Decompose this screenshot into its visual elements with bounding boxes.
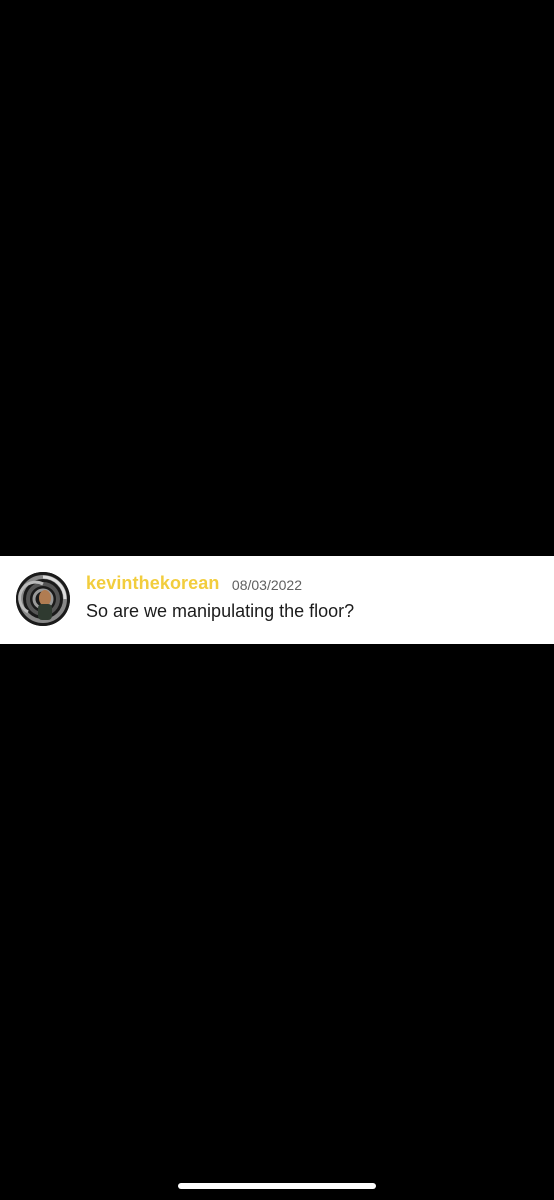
message-text: So are we manipulating the floor? <box>86 601 355 621</box>
avatar[interactable] <box>16 572 70 626</box>
avatar-spiral-icon <box>16 572 70 626</box>
username[interactable]: kevinthekorean <box>86 573 219 593</box>
message-card[interactable]: kevinthekorean 08/03/2022 So are we mani… <box>0 556 554 644</box>
message-header: kevinthekorean 08/03/2022 <box>86 573 302 594</box>
timestamp: 08/03/2022 <box>231 577 302 593</box>
home-indicator-bar[interactable] <box>178 1183 376 1189</box>
